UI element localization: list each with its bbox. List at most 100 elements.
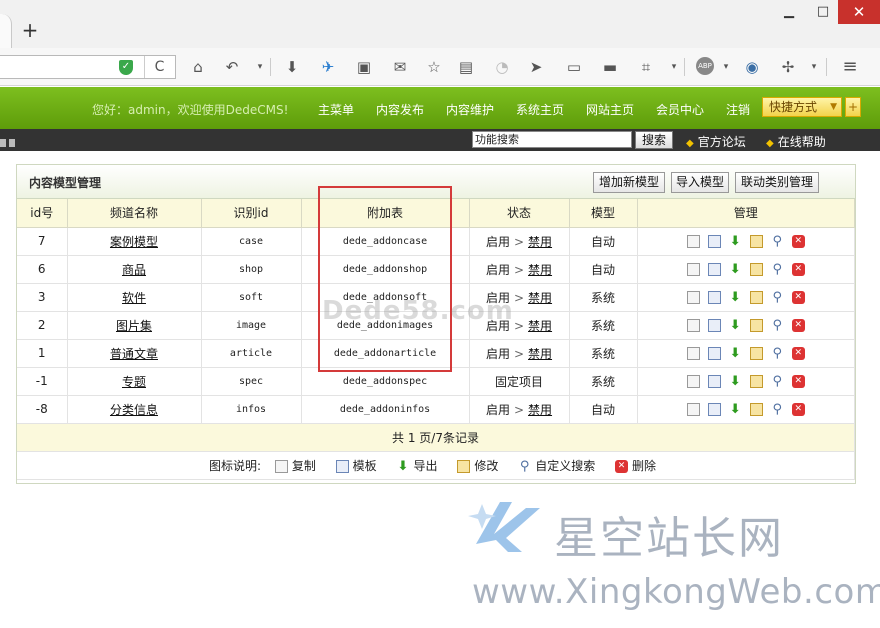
template-icon[interactable] [707,235,721,248]
delete-icon[interactable]: ✕ [791,403,805,416]
nav-main-menu[interactable]: 主菜单 [318,101,354,118]
download-icon[interactable]: ⬇ [282,57,302,77]
plane-icon[interactable]: ✢ [778,57,798,77]
edit-icon[interactable] [749,403,763,416]
abp-icon[interactable]: ABP [696,57,714,75]
export-icon[interactable]: ⬇ [729,347,742,360]
bird-icon[interactable]: ✈ [318,57,338,77]
delete-icon[interactable]: ✕ [791,263,805,276]
channel-name-link[interactable]: 图片集 [116,319,152,333]
search-icon[interactable]: ⚲ [771,347,784,360]
dropdown-icon[interactable]: ▾ [716,57,736,77]
copy-icon[interactable] [686,291,700,304]
delete-icon[interactable]: ✕ [791,375,805,388]
add-model-button[interactable]: 增加新模型 [593,172,665,193]
close-window-button[interactable]: ✕ [838,0,880,24]
screenshot-icon[interactable]: ▣ [354,57,374,77]
export-icon[interactable]: ⬇ [729,375,742,388]
copy-icon[interactable] [686,347,700,360]
copy-icon[interactable] [686,403,700,416]
disable-link[interactable]: 禁用 [528,319,552,333]
function-search-input[interactable]: 功能搜索 [472,131,632,148]
template-icon[interactable] [707,263,721,276]
edit-icon[interactable] [749,375,763,388]
help-link[interactable]: ◆ 在线帮助 [766,133,826,150]
home-icon[interactable]: ⌂ [188,57,208,77]
minimize-button[interactable]: ▁ [772,0,806,24]
search-icon[interactable]: ⚲ [771,319,784,332]
copy-icon[interactable] [686,319,700,332]
edit-icon[interactable] [749,319,763,332]
maximize-button[interactable]: □ [806,0,840,24]
import-model-button[interactable]: 导入模型 [671,172,729,193]
undo-icon[interactable]: ↶ [222,57,242,77]
template-icon[interactable] [707,291,721,304]
menu-icon[interactable]: ≡ [840,57,860,77]
address-bar[interactable]: ✓ C [0,55,176,79]
bookmark-star-icon[interactable]: ☆ [424,57,444,77]
nav-content-publish[interactable]: 内容发布 [376,101,424,118]
edit-icon[interactable] [749,235,763,248]
nav-system-home[interactable]: 系统主页 [516,101,564,118]
export-icon[interactable]: ⬇ [729,403,742,416]
search-icon[interactable]: ⚲ [771,375,784,388]
disable-link[interactable]: 禁用 [528,291,552,305]
copy-icon[interactable] [686,375,700,388]
nav-content-maintain[interactable]: 内容维护 [446,101,494,118]
export-icon[interactable]: ⬇ [729,263,742,276]
channel-name-link[interactable]: 商品 [122,263,146,277]
export-icon[interactable]: ⬇ [729,291,742,304]
edit-icon[interactable] [749,263,763,276]
reader-icon[interactable]: ▤ [456,57,476,77]
quick-links-dropdown[interactable]: 快捷方式 ▼ [762,97,842,117]
template-icon[interactable] [707,319,721,332]
search-icon[interactable]: ⚲ [771,235,784,248]
export-icon[interactable]: ⬇ [729,235,742,248]
nav-logout[interactable]: 注销 [726,101,750,118]
search-button[interactable]: 搜索 [635,131,673,149]
disable-link[interactable]: 禁用 [528,347,552,361]
window-icon[interactable]: ▭ [564,57,584,77]
forum-link[interactable]: ◆ 官方论坛 [686,133,746,150]
delete-icon[interactable]: ✕ [791,319,805,332]
copy-icon[interactable] [686,235,700,248]
nav-site-home[interactable]: 网站主页 [586,101,634,118]
export-icon[interactable]: ⬇ [729,319,742,332]
reload-button[interactable]: C [144,56,174,78]
delete-icon[interactable]: ✕ [791,291,805,304]
delete-icon[interactable]: ✕ [791,347,805,360]
edit-icon[interactable] [749,291,763,304]
channel-name-link[interactable]: 案例模型 [110,235,158,249]
add-quick-link-button[interactable]: + [845,97,861,117]
disable-link[interactable]: 禁用 [528,263,552,277]
copy-icon[interactable] [686,263,700,276]
dropdown-icon[interactable]: ▾ [250,57,270,77]
delete-icon[interactable]: ✕ [791,235,805,248]
linkage-category-button[interactable]: 联动类别管理 [735,172,819,193]
search-icon[interactable]: ⚲ [771,291,784,304]
search-icon[interactable]: ⚲ [771,403,784,416]
dropdown-icon[interactable]: ▾ [664,57,684,77]
template-icon[interactable] [707,347,721,360]
globe-icon[interactable]: ◉ [742,57,762,77]
rss-icon[interactable]: ◔ [492,57,512,77]
nav-member-center[interactable]: 会员中心 [656,101,704,118]
template-icon[interactable] [707,403,721,416]
layout-toggle-icon[interactable] [0,136,20,147]
new-tab-button[interactable]: + [20,20,40,40]
send-icon[interactable]: ➤ [526,57,546,77]
search-icon[interactable]: ⚲ [771,263,784,276]
edit-icon[interactable] [749,347,763,360]
channel-name-link[interactable]: 分类信息 [110,403,158,417]
mail-icon[interactable]: ✉ [390,57,410,77]
disable-link[interactable]: 禁用 [528,403,552,417]
channel-name-link[interactable]: 软件 [122,291,146,305]
disable-link[interactable]: 禁用 [528,235,552,249]
template-icon[interactable] [707,375,721,388]
folder-icon[interactable]: ▬ [600,57,620,77]
browser-tab[interactable] [0,14,12,48]
crop-icon[interactable]: ⌗ [636,57,656,77]
dropdown-icon[interactable]: ▾ [804,57,824,77]
channel-name-link[interactable]: 专题 [122,375,146,389]
channel-name-link[interactable]: 普通文章 [110,347,158,361]
